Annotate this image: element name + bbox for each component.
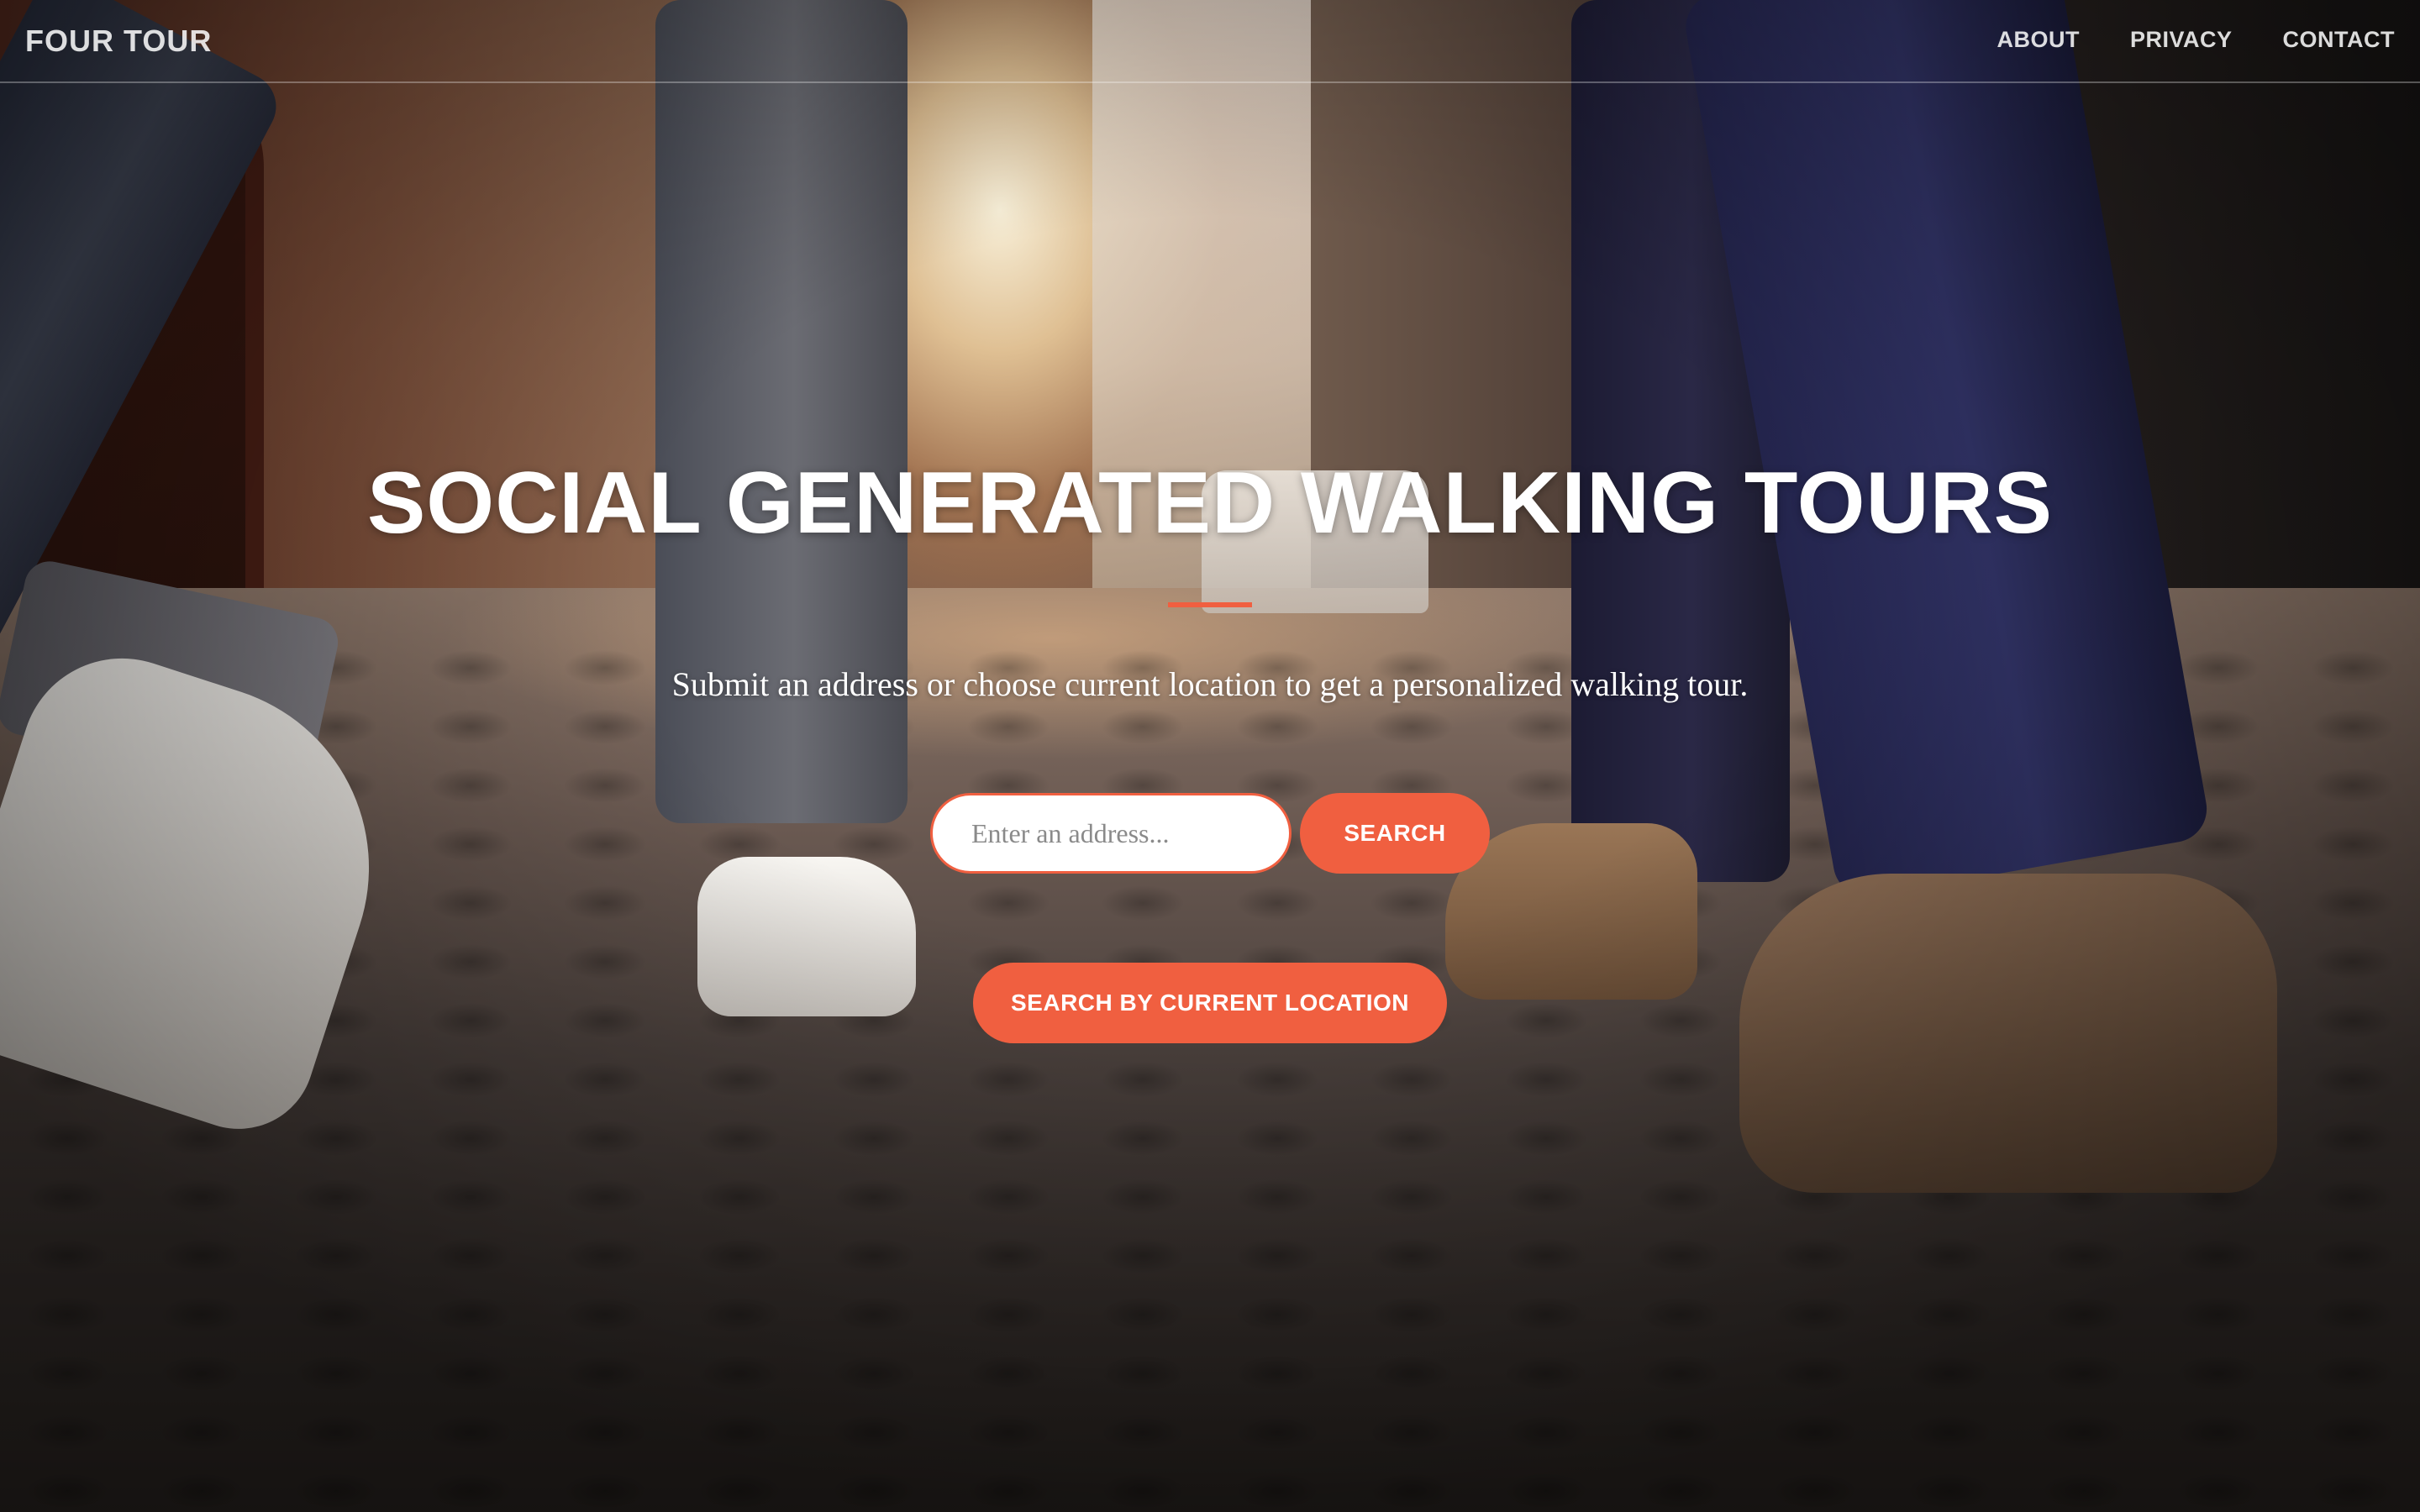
top-navbar: FOUR TOUR ABOUT PRIVACY CONTACT (0, 0, 2420, 83)
location-row: SEARCH BY CURRENT LOCATION (0, 963, 2420, 1043)
address-input[interactable] (930, 793, 1292, 874)
nav-link-contact[interactable]: CONTACT (2283, 27, 2395, 53)
nav-links: ABOUT PRIVACY CONTACT (1996, 27, 2395, 53)
nav-link-about[interactable]: ABOUT (1996, 27, 2080, 53)
title-divider (1168, 602, 1252, 607)
search-by-location-button[interactable]: SEARCH BY CURRENT LOCATION (973, 963, 1447, 1043)
search-button[interactable]: SEARCH (1300, 793, 1490, 874)
brand-logo-link[interactable]: FOUR TOUR (25, 24, 212, 59)
nav-link-privacy[interactable]: PRIVACY (2130, 27, 2233, 53)
hero-subtitle: Submit an address or choose current loca… (671, 665, 1749, 703)
search-form: SEARCH (0, 793, 2420, 874)
hero-section: SOCIAL GENERATED WALKING TOURS Submit an… (0, 454, 2420, 1043)
hero-title: SOCIAL GENERATED WALKING TOURS (366, 454, 2054, 552)
